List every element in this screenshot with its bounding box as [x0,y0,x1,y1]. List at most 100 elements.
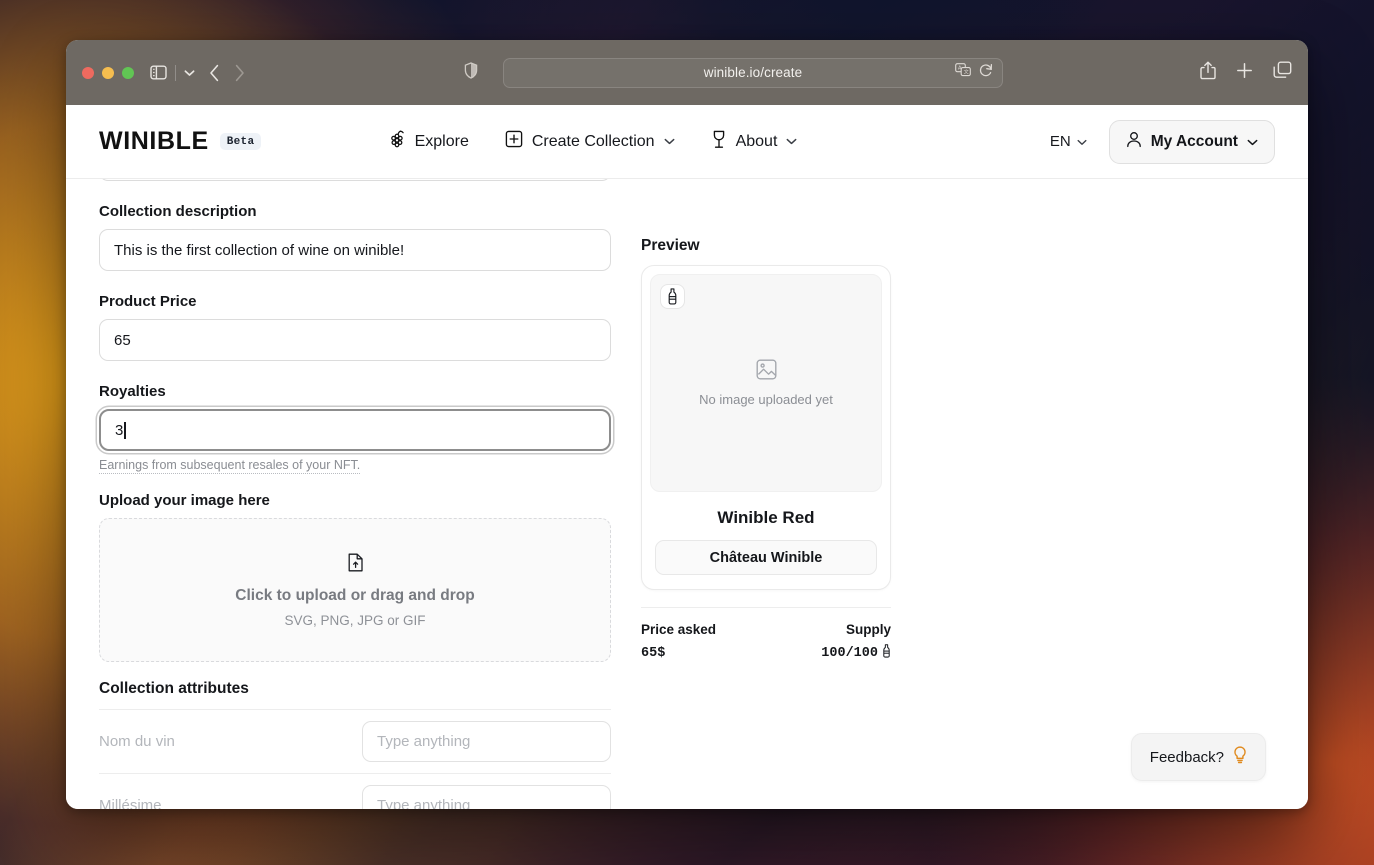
reload-icon[interactable] [979,63,993,83]
attribute-label-nom-du-vin: Nom du vin [99,733,175,750]
language-switcher[interactable]: EN [1050,133,1087,150]
web-page: WINIBLE Beta Explore Create Collection A… [66,105,1308,809]
attribute-row-nom-du-vin: Nom du vin Type anything [99,709,611,773]
main-navigation: Explore Create Collection About [388,130,798,154]
logo-wordmark: WINIBLE [99,127,209,155]
preview-media: No image uploaded yet [650,274,882,492]
language-label: EN [1049,133,1071,150]
nav-label-explore: Explore [414,132,469,150]
field-collection-description: Collection description This is the first… [99,203,611,271]
royalties-value: 3 [115,421,124,439]
royalties-help-text: Earnings from subsequent resales of your… [99,458,361,474]
share-icon[interactable] [1200,61,1216,85]
address-bar-actions: A 文 [955,63,993,83]
label-royalties: Royalties [99,383,166,400]
header-right: EN My Account [1050,119,1275,164]
sidebar-toggle-icon[interactable] [150,65,167,80]
safari-window: winible.io/create A 文 WINIBLE Beta Explo… [66,40,1308,809]
nav-item-about[interactable]: About [711,130,798,154]
brand-logo[interactable]: WINIBLE Beta [99,127,262,156]
translate-icon[interactable]: A 文 [955,63,971,82]
label-product-price: Product Price [99,293,197,310]
no-image-text: No image uploaded yet [699,392,833,407]
royalties-input[interactable]: 3 [99,409,611,451]
attribute-row-millesime: Millésime Type anything [99,773,611,809]
wine-glass-icon [711,130,727,154]
plus-square-icon [505,130,523,153]
address-bar[interactable]: winible.io/create A 文 [503,57,1003,88]
preview-chateau-label: Château Winible [709,549,823,566]
attribute-placeholder-millesime: Type anything [377,797,471,809]
preview-chateau-button[interactable]: Château Winible [655,540,877,575]
feedback-button[interactable]: Feedback? [1130,733,1266,781]
nav-item-create-collection[interactable]: Create Collection [505,130,675,153]
supply-value: 100/100 [821,646,878,661]
browser-toolbar: winible.io/create A 文 [66,40,1308,105]
price-asked-value: 65$ [641,646,666,661]
image-placeholder-icon [756,359,777,385]
my-account-label: My Account [1150,132,1238,150]
lightbulb-icon [1233,746,1247,768]
beta-badge: Beta [219,133,262,150]
close-window-button[interactable] [82,66,94,79]
image-dropzone[interactable]: Click to upload or drag and drop SVG, PN… [99,518,611,662]
supply-value-wrap: 100/100 [821,644,891,663]
field-royalties: Royalties 3 Earnings from subsequent res… [99,383,611,474]
preview-label: Preview [641,237,700,254]
minimize-window-button[interactable] [102,66,114,79]
chevron-down-icon [786,138,797,145]
maximize-window-button[interactable] [122,66,134,79]
attribute-label-millesime: Millésime [99,797,162,809]
label-collection-description: Collection description [99,203,257,220]
text-caret [124,421,126,439]
my-account-button[interactable]: My Account [1108,119,1275,164]
chevron-down-icon[interactable] [184,69,195,77]
grape-icon [388,130,406,153]
preview-panel: Preview No image uploaded yet Winible Re… [641,179,891,809]
svg-text:文: 文 [964,69,969,76]
attributes-title: Collection attributes [99,680,249,697]
page-content: 100 Collection description This is the f… [66,179,1308,809]
chevron-down-icon [1077,133,1087,150]
nav-item-explore[interactable]: Explore [388,130,469,153]
privacy-shield-wrap [464,40,484,105]
url-text: winible.io/create [703,65,803,80]
upload-cta-text: Click to upload or drag and drop [235,586,475,604]
wine-bottle-icon [660,284,685,309]
nav-label-about: About [735,132,778,150]
preview-stats-values: 65$ 100/100 [641,644,891,663]
collection-attributes-section: Collection attributes Nom du vin Type an… [99,680,611,809]
file-upload-icon [347,553,364,577]
upload-formats-text: SVG, PNG, JPG or GIF [284,612,426,628]
toolbar-right-actions [1200,61,1292,85]
nav-label-create-collection: Create Collection [531,132,655,150]
toolbar-divider [175,64,176,81]
user-icon [1126,131,1142,153]
preview-product-name: Winible Red [717,508,815,527]
preview-stats-headers: Price asked Supply [641,622,891,637]
preview-card: No image uploaded yet Winible Red Châtea… [641,265,891,590]
desktop-background: winible.io/create A 文 WINIBLE Beta Explo… [0,0,1374,865]
back-arrow-icon[interactable] [209,64,220,82]
attribute-input-nom-du-vin[interactable]: Type anything [362,721,611,762]
collection-description-value: This is the first collection of wine on … [114,241,405,259]
field-image-upload: Upload your image here Click to upload o… [99,492,611,662]
feedback-label: Feedback? [1149,748,1224,766]
chevron-down-icon [1247,133,1258,151]
forward-arrow-icon [234,64,245,82]
field-product-price: Product Price 65 [99,293,611,361]
collection-form: 100 Collection description This is the f… [99,179,611,809]
attribute-placeholder-nom-du-vin: Type anything [377,733,471,750]
product-price-input[interactable]: 65 [99,319,611,361]
tab-overview-icon[interactable] [1273,61,1292,84]
wine-bottle-icon [882,644,891,663]
site-header: WINIBLE Beta Explore Create Collection A… [66,105,1308,179]
collection-description-input[interactable]: This is the first collection of wine on … [99,229,611,271]
label-upload: Upload your image here [99,492,270,509]
plus-icon[interactable] [1236,62,1253,84]
price-asked-label: Price asked [641,622,717,637]
supply-label: Supply [845,622,891,637]
attribute-input-millesime[interactable]: Type anything [362,785,611,809]
product-price-value: 65 [114,331,131,349]
chevron-down-icon [664,138,675,145]
